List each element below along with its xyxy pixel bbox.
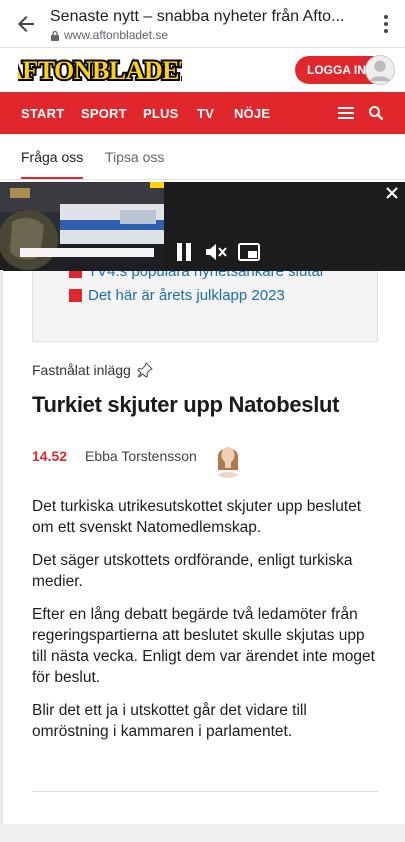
post-time: 14.52 (32, 448, 68, 464)
footer-strip (0, 824, 405, 842)
kebab-menu-icon[interactable] (383, 14, 389, 34)
article-headline: Turkiet skjuter upp Natobeslut (32, 392, 340, 417)
article-byline: 14.52 Ebba Torstensson (32, 438, 372, 478)
hamburger-icon[interactable] (338, 107, 354, 119)
author-name[interactable]: Ebba Torstensson (85, 448, 197, 464)
video-player[interactable] (0, 182, 405, 271)
bullet-square-icon (69, 289, 82, 302)
related-link-text: Det här är årets julklapp 2023 (88, 287, 285, 304)
nav-item-tv[interactable]: TV (197, 106, 214, 121)
article-paragraph: Det turkiska utrikesutskottet skjuter up… (32, 498, 362, 536)
aftonbladet-logo[interactable]: AFTONBLADET (18, 56, 182, 84)
main-navigation: START SPORT PLUS TV NÖJE (0, 92, 405, 134)
browser-page-title[interactable]: Senaste nytt – snabba nyheter från Afto.… (50, 8, 350, 26)
search-icon[interactable] (368, 105, 384, 121)
pause-icon[interactable] (176, 243, 192, 261)
browser-url-text: www.aftonbladet.se (64, 28, 169, 42)
user-avatar-icon (365, 55, 395, 85)
mute-icon[interactable] (205, 242, 227, 262)
nav-item-plus[interactable]: PLUS (143, 106, 178, 121)
nav-item-noje[interactable]: NÖJE (234, 106, 270, 121)
lock-icon (51, 30, 59, 41)
article-body: Det turkiska utrikesutskottet skjuter up… (32, 496, 380, 754)
picture-in-picture-icon[interactable] (238, 243, 260, 261)
video-thumbnail[interactable] (0, 182, 164, 271)
article-paragraph: Efter en lång debatt begärde två ledamöt… (32, 606, 375, 686)
article-paragraph: Blir det ett ja i utskottet går det vida… (32, 702, 307, 740)
nav-item-sport[interactable]: SPORT (81, 106, 127, 121)
divider (32, 791, 378, 792)
browser-toolbar: Senaste nytt – snabba nyheter från Afto.… (0, 0, 405, 48)
related-link[interactable]: Det här är årets julklapp 2023 (69, 287, 285, 304)
pinned-post-text: Fastnålat inlägg (32, 362, 131, 378)
nav-item-start[interactable]: START (21, 106, 64, 121)
browser-url[interactable]: www.aftonbladet.se (50, 28, 168, 42)
login-button[interactable]: LOGGA IN (295, 55, 395, 85)
close-icon[interactable] (385, 186, 399, 200)
pinned-post-label: Fastnålat inlägg (32, 362, 153, 378)
tab-tipsa-oss[interactable]: Tipsa oss (105, 149, 164, 165)
sub-navigation: Fråga oss Tipsa oss (0, 134, 405, 180)
tab-fraga-oss[interactable]: Fråga oss (21, 149, 84, 179)
login-label: LOGGA IN (307, 63, 366, 77)
pin-icon (137, 362, 153, 378)
arrow-left-icon[interactable] (14, 12, 38, 36)
author-avatar[interactable] (208, 438, 248, 478)
logo-text: AFTONBLADET (18, 56, 182, 84)
left-edge-strip (0, 270, 3, 830)
article-paragraph: Det säger utskottets ordförande, enligt … (32, 552, 353, 590)
